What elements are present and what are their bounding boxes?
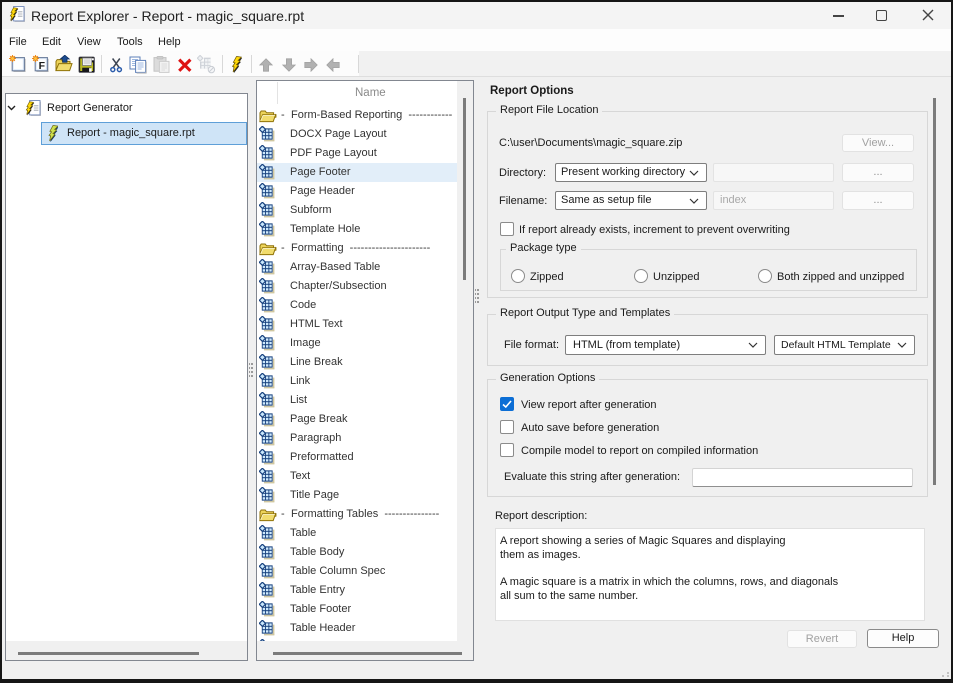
svg-text:F: F: [39, 60, 46, 72]
